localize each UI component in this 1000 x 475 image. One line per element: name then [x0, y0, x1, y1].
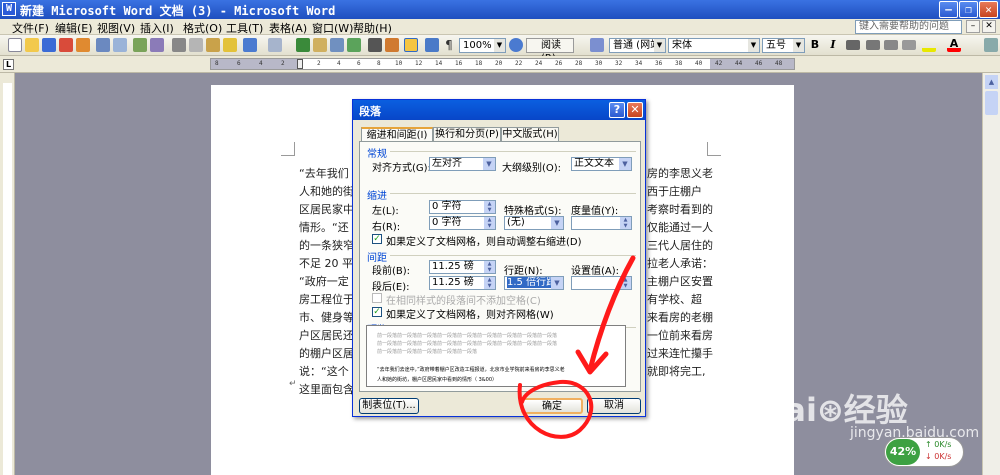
red-annotation [517, 255, 636, 439]
annotation-arrow-line [587, 255, 636, 373]
annotation-circle [517, 379, 594, 439]
